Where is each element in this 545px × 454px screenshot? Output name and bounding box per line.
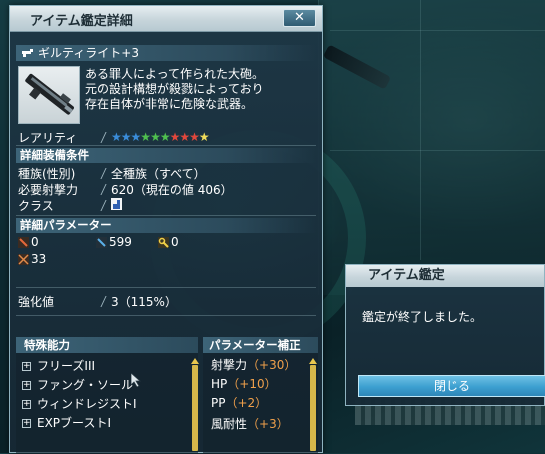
correction-label: 射撃力 [211, 358, 248, 372]
description-line: 存在自体が非常に危険な武器。 [85, 97, 254, 111]
item-image [18, 66, 80, 124]
row-separator [100, 200, 107, 211]
divider [16, 215, 316, 216]
star-icon: ★ [111, 130, 122, 144]
launcher-icon [22, 49, 33, 57]
row-separator [100, 296, 107, 307]
correction-bonus: （+30） [247, 358, 297, 372]
tech-attack-value: 0 [171, 235, 179, 249]
background-line [330, 30, 545, 31]
expand-icon[interactable]: + [22, 419, 31, 428]
row-separator [100, 184, 107, 195]
divider [16, 287, 316, 288]
star-icon: ★ [169, 130, 181, 144]
window-title: アイテム鑑定詳細 [30, 14, 133, 29]
window-titlebar[interactable]: アイテム鑑定詳細 ✕ [10, 6, 322, 32]
correction-item: PP（+2） [211, 394, 267, 412]
enhancement-value: 3（115%） [111, 295, 177, 309]
correction-bonus: （+2） [225, 396, 268, 410]
close-icon: ✕ [294, 10, 305, 25]
race-value: 全種族（すべて） [111, 167, 206, 181]
accuracy-value: 33 [31, 252, 47, 266]
correction-item: 射撃力（+30） [211, 356, 296, 374]
divider [16, 145, 316, 146]
row-separator [100, 132, 107, 143]
description-line: 元の設計構想が殺戮によっており [85, 82, 264, 96]
star-icon: ★ [159, 130, 171, 144]
background-line [420, 0, 421, 260]
scroll-up-icon[interactable] [191, 358, 199, 364]
rarity-label: レアリティ [18, 131, 78, 145]
item-detail-window: アイテム鑑定詳細 ✕ ギルティライト+3 ある罪人によって作られた大砲。 元の設… [9, 5, 323, 454]
ability-label: ウィンドレジストI [37, 397, 137, 411]
background-line [330, 150, 545, 151]
correction-label: 風耐性 [211, 417, 248, 431]
divider [16, 315, 316, 316]
star-icon: ★ [130, 130, 142, 144]
class-label: クラス [18, 199, 54, 213]
item-name: ギルティライト+3 [38, 46, 139, 60]
correction-bonus: （+10） [227, 377, 277, 391]
special-abilities-header: 特殊能力 [16, 337, 198, 353]
ability-item[interactable]: + EXPブーストI [22, 414, 187, 432]
expand-icon[interactable]: + [22, 362, 31, 371]
description-line: ある罪人によって作られた大砲。 [85, 67, 265, 81]
tech-attack-icon [158, 237, 169, 248]
star-icon: ★ [198, 130, 210, 144]
correction-label: HP [211, 377, 228, 391]
row-separator [100, 168, 107, 179]
item-description: ある罪人によって作られた大砲。 元の設計構想が殺戮によっており 存在自体が非常に… [85, 67, 320, 112]
close-button[interactable]: ✕ [283, 9, 316, 27]
star-icon: ★ [150, 130, 161, 144]
scrollbar[interactable] [192, 365, 198, 451]
appraisal-dialog: アイテム鑑定 鑑定が終了しました。 閉じる [345, 264, 545, 406]
item-name-bar: ギルティライト+3 [16, 45, 316, 61]
expand-icon[interactable]: + [22, 400, 31, 409]
equip-conditions-header: 詳細装備条件 [16, 148, 316, 163]
ability-label: EXPブーストI [37, 416, 111, 430]
ability-item[interactable]: + ファング・ソール [22, 376, 187, 394]
ability-label: ファング・ソール [37, 378, 134, 392]
ability-item[interactable]: + ウィンドレジストI [22, 395, 187, 413]
parameter-correction-panel: パラメーター補正 射撃力（+30） HP（+10） PP（+2） 風耐性（+3） [203, 337, 318, 454]
scrollbar[interactable] [310, 365, 316, 451]
dialog-title: アイテム鑑定 [346, 265, 544, 287]
ability-item[interactable]: + フリーズIII [22, 357, 187, 375]
correction-item: HP（+10） [211, 375, 277, 393]
ranged-attack-value: 599 [109, 235, 132, 249]
weapon-image-icon [25, 73, 74, 115]
required-ranged-label: 必要射撃力 [18, 183, 79, 197]
enhancement-label: 強化値 [18, 295, 55, 309]
special-abilities-panel: 特殊能力 + フリーズIII + ファング・ソール + ウィンドレジストI + EXPブ… [16, 337, 199, 454]
dialog-message: 鑑定が終了しました。 [362, 310, 483, 324]
star-icon: ★ [189, 130, 200, 144]
dialog-close-button[interactable]: 閉じる [358, 375, 545, 397]
ranger-class-icon [111, 198, 122, 210]
sword-attack-icon [18, 237, 29, 248]
correction-item: 風耐性（+3） [211, 415, 289, 433]
sword-attack-value: 0 [31, 235, 39, 249]
star-icon: ★ [120, 130, 132, 144]
accuracy-icon [18, 254, 29, 265]
star-icon: ★ [140, 130, 151, 144]
required-ranged-value: 620（現在の値 406） [111, 183, 233, 197]
rarity-stars: ★★★★★★★★★★ [111, 130, 210, 144]
scroll-up-icon[interactable] [309, 358, 317, 364]
parameter-correction-header: パラメーター補正 [203, 337, 318, 353]
expand-icon[interactable]: + [22, 381, 31, 390]
star-icon: ★ [179, 130, 190, 144]
race-label: 種族(性別) [18, 167, 76, 181]
cursor-icon [131, 373, 141, 387]
correction-bonus: （+3） [247, 417, 289, 431]
correction-label: PP [211, 396, 226, 410]
ranged-attack-icon [96, 237, 107, 248]
ability-label: フリーズIII [37, 359, 96, 373]
parameters-header: 詳細パラメーター [16, 218, 316, 233]
